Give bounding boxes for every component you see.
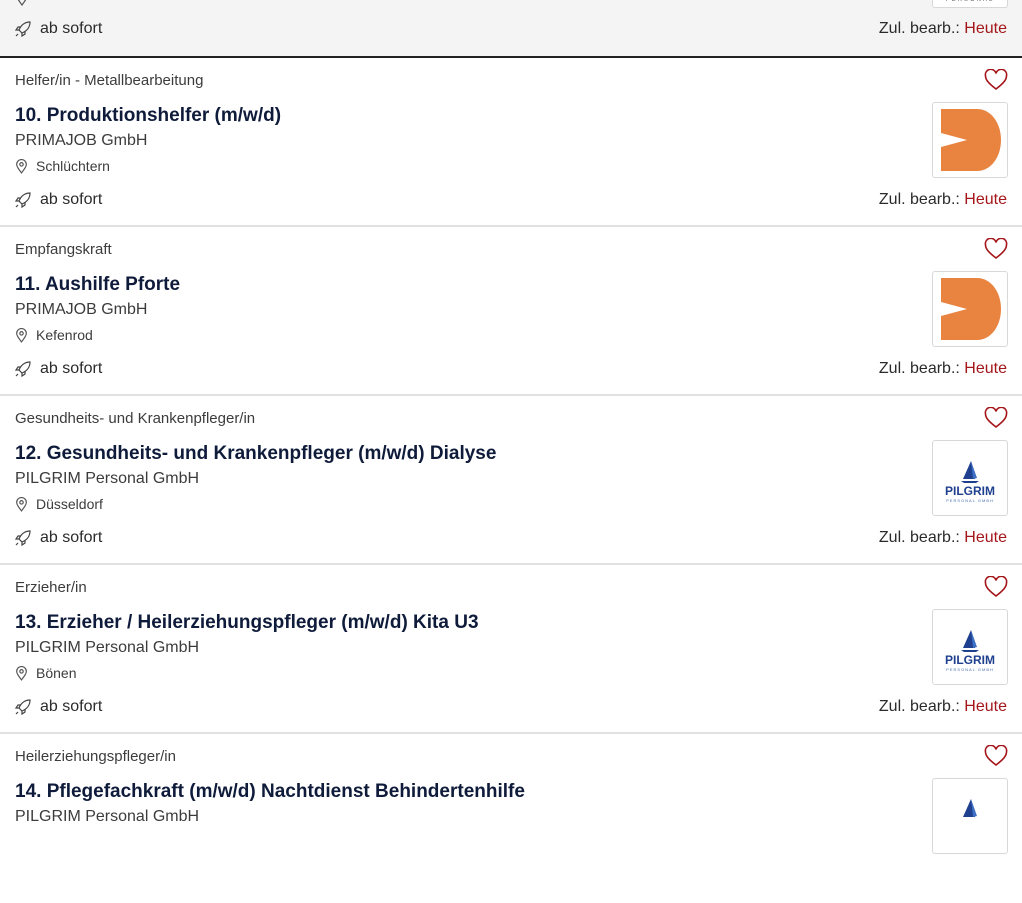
- location-pin-icon: [16, 496, 27, 512]
- location-pin-icon: [16, 327, 27, 343]
- pilgrim-logo-graphic: PILGRIM PERSONAL GMBH: [945, 630, 995, 672]
- favorite-heart-icon[interactable]: [984, 576, 1008, 598]
- job-card[interactable]: Helfer/in - Metallbearbeitung 10. Produk…: [0, 58, 1022, 227]
- pilgrim-logo-text: PILGRIM: [945, 484, 995, 498]
- job-list: PERSONAL ab sofort Zul. bearb.: Heute He…: [0, 0, 1022, 903]
- last-edited: Zul. bearb.: Heute: [879, 360, 1007, 378]
- last-edited-prefix: Zul. bearb.:: [878, 360, 960, 377]
- last-edited-value: Heute: [964, 20, 1007, 37]
- last-edited: Zul. bearb.: Heute: [879, 20, 1007, 38]
- company-name: PRIMAJOB GmbH: [15, 132, 148, 149]
- last-edited: Zul. bearb.: Heute: [879, 191, 1007, 209]
- location-pin-icon: [17, 0, 27, 6]
- rocket-icon: [14, 192, 31, 209]
- job-card[interactable]: Empfangskraft 11. Aushilfe Pforte PRIMAJ…: [0, 227, 1022, 396]
- location-pin-icon: [16, 158, 27, 174]
- pilgrim-logo-subtext: PERSONAL GMBH: [946, 667, 994, 672]
- job-title-link[interactable]: 11. Aushilfe Pforte: [15, 274, 180, 296]
- company-name: PRIMAJOB GmbH: [15, 301, 148, 318]
- job-card[interactable]: Gesundheits- und Krankenpfleger/in 12. G…: [0, 396, 1022, 565]
- favorite-heart-icon[interactable]: [984, 407, 1008, 429]
- job-category: Heilerziehungspfleger/in: [15, 748, 176, 765]
- start-date: ab sofort: [14, 698, 102, 716]
- start-label: ab sofort: [40, 191, 103, 208]
- last-edited-prefix: Zul. bearb.:: [878, 698, 960, 715]
- start-label: ab sofort: [40, 529, 103, 546]
- location-label: Bönen: [36, 665, 77, 681]
- favorite-heart-icon[interactable]: [984, 745, 1008, 767]
- last-edited-value: Heute: [964, 191, 1007, 208]
- pilgrim-logo-subtext: PERSONAL GMBH: [946, 498, 994, 503]
- job-title-link[interactable]: 12. Gesundheits- und Krankenpfleger (m/w…: [15, 443, 496, 465]
- last-edited-value: Heute: [964, 698, 1007, 715]
- job-title-link[interactable]: 13. Erzieher / Heilerziehungspfleger (m/…: [15, 612, 479, 634]
- job-card-partial-bottom[interactable]: Heilerziehungspfleger/in 14. Pflegefachk…: [0, 734, 1022, 903]
- job-category: Helfer/in - Metallbearbeitung: [15, 72, 204, 89]
- pilgrim-logo[interactable]: PILGRIM PERSONAL GMBH: [932, 440, 1008, 516]
- location-label: Schlüchtern: [36, 158, 110, 174]
- location-label: Kefenrod: [36, 327, 93, 343]
- rocket-icon: [14, 21, 31, 38]
- job-card-partial-top[interactable]: PERSONAL ab sofort Zul. bearb.: Heute: [0, 0, 1022, 58]
- company-name: PILGRIM Personal GmbH: [15, 639, 200, 656]
- job-title-link[interactable]: 14. Pflegefachkraft (m/w/d) Nachtdienst …: [15, 781, 525, 803]
- pilgrim-logo-graphic: [963, 799, 977, 817]
- rocket-icon: [14, 361, 31, 378]
- location-label: Düsseldorf: [36, 496, 103, 512]
- last-edited: Zul. bearb.: Heute: [879, 529, 1007, 547]
- primajob-logo[interactable]: [932, 271, 1008, 347]
- rocket-icon: [14, 530, 31, 547]
- job-category: Empfangskraft: [15, 241, 112, 258]
- job-location: Schlüchtern: [15, 158, 110, 174]
- job-category: Erzieher/in: [15, 579, 87, 596]
- start-date: ab sofort: [14, 360, 102, 378]
- last-edited-prefix: Zul. bearb.:: [878, 20, 960, 37]
- location-pin-icon: [16, 665, 27, 681]
- job-title-link[interactable]: 10. Produktionshelfer (m/w/d): [15, 105, 281, 127]
- rocket-icon: [14, 699, 31, 716]
- start-label: ab sofort: [40, 360, 103, 377]
- last-edited: Zul. bearb.: Heute: [879, 698, 1007, 716]
- start-date: ab sofort: [14, 191, 102, 209]
- last-edited-prefix: Zul. bearb.:: [878, 529, 960, 546]
- company-name: PILGRIM Personal GmbH: [15, 470, 200, 487]
- last-edited-value: Heute: [964, 360, 1007, 377]
- favorite-heart-icon[interactable]: [984, 238, 1008, 260]
- job-location: Bönen: [15, 665, 76, 681]
- favorite-heart-icon[interactable]: [984, 69, 1008, 91]
- pilgrim-logo-text: PILGRIM: [945, 653, 995, 667]
- pilgrim-logo-graphic: PILGRIM PERSONAL GMBH: [945, 461, 995, 503]
- pilgrim-logo[interactable]: PILGRIM PERSONAL GMBH: [932, 609, 1008, 685]
- last-edited-prefix: Zul. bearb.:: [878, 191, 960, 208]
- primajob-logo-graphic: [941, 278, 1001, 340]
- company-name: PILGRIM Personal GmbH: [15, 808, 200, 825]
- primajob-logo-graphic: [941, 109, 1001, 171]
- job-category: Gesundheits- und Krankenpfleger/in: [15, 410, 256, 427]
- start-label: ab sofort: [40, 20, 103, 37]
- job-card[interactable]: Erzieher/in 13. Erzieher / Heilerziehung…: [0, 565, 1022, 734]
- start-date: ab sofort: [14, 529, 102, 547]
- job-location: Kefenrod: [15, 327, 93, 343]
- pilgrim-logo[interactable]: [932, 778, 1008, 854]
- primajob-logo[interactable]: [932, 102, 1008, 178]
- job-location: Düsseldorf: [15, 496, 103, 512]
- start-date: ab sofort: [14, 20, 102, 38]
- last-edited-value: Heute: [964, 529, 1007, 546]
- start-label: ab sofort: [40, 698, 103, 715]
- company-logo: PERSONAL: [932, 0, 1008, 8]
